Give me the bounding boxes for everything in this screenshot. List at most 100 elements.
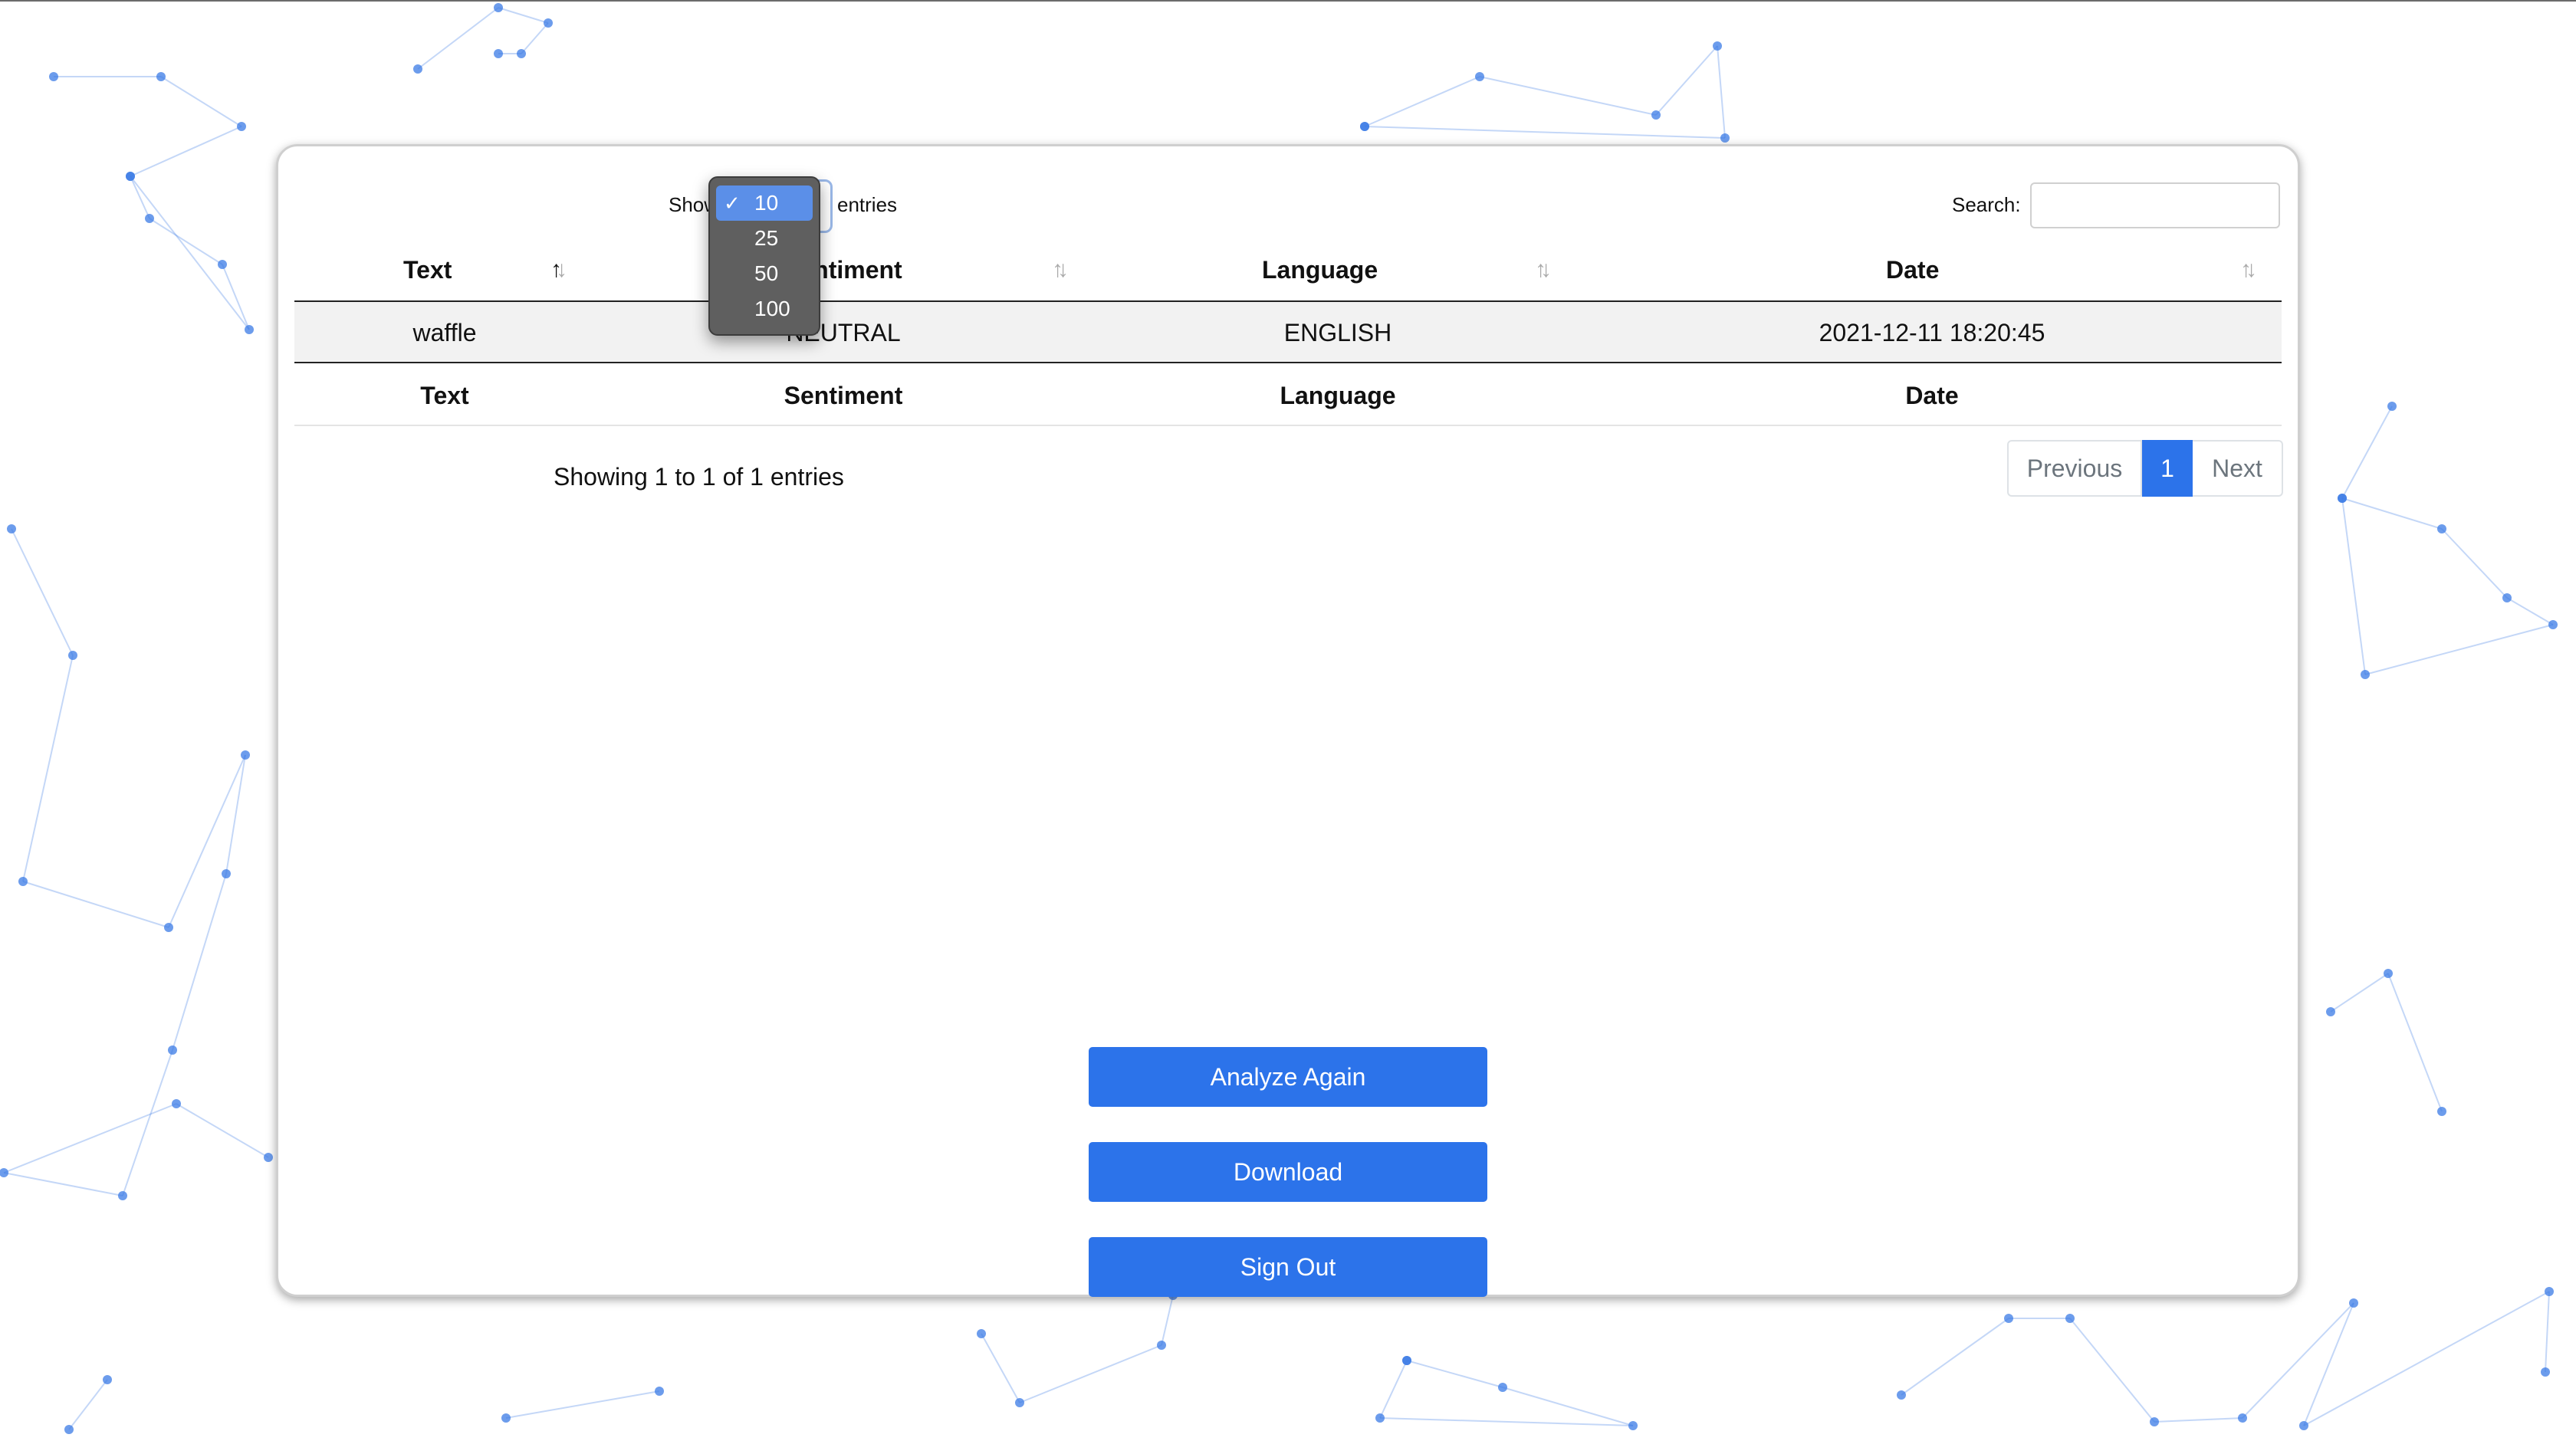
next-button[interactable]: Next bbox=[2193, 440, 2283, 497]
network-edge bbox=[2341, 497, 2443, 530]
network-edge bbox=[1479, 76, 1657, 116]
network-edge bbox=[11, 528, 74, 656]
cell-date: 2021-12-11 18:20:45 bbox=[1819, 319, 2045, 346]
network-node bbox=[103, 1375, 112, 1384]
network-node bbox=[2541, 1367, 2550, 1377]
footer-date: Date bbox=[1905, 382, 1959, 409]
network-edge bbox=[1379, 1360, 1408, 1419]
network-edge bbox=[1364, 76, 1480, 127]
network-node bbox=[413, 64, 422, 74]
network-node bbox=[126, 172, 135, 181]
network-node bbox=[977, 1329, 986, 1338]
checkmark-icon: ✓ bbox=[724, 192, 741, 215]
network-edge bbox=[68, 1379, 108, 1430]
network-edge bbox=[22, 881, 169, 928]
network-edge bbox=[2387, 973, 2443, 1112]
network-edge bbox=[1364, 126, 1726, 139]
length-option-100[interactable]: 100 bbox=[716, 291, 813, 327]
cell-text: waffle bbox=[412, 319, 477, 346]
network-edge bbox=[1161, 1295, 1174, 1346]
network-edge bbox=[2242, 1302, 2354, 1419]
network-edge bbox=[1019, 1344, 1162, 1403]
footer-language: Language bbox=[1280, 382, 1396, 409]
sort-arrows-icon[interactable]: ↑↓ bbox=[1052, 256, 1069, 284]
network-edge bbox=[130, 176, 250, 330]
length-option-10[interactable]: ✓ 10 bbox=[716, 185, 813, 221]
network-edge bbox=[2330, 973, 2389, 1013]
page-1-button[interactable]: 1 bbox=[2142, 440, 2193, 497]
option-label: 50 bbox=[754, 261, 779, 285]
sort-arrows-icon[interactable]: ↑↓ bbox=[2240, 256, 2257, 284]
network-node bbox=[1897, 1390, 1906, 1400]
network-node bbox=[0, 1168, 8, 1177]
network-node bbox=[501, 1413, 511, 1423]
network-edge bbox=[2303, 1291, 2550, 1426]
network-node bbox=[1720, 133, 1730, 143]
network-edge bbox=[222, 264, 250, 330]
network-edge bbox=[168, 754, 246, 928]
header-text[interactable]: Text bbox=[403, 253, 452, 287]
network-node bbox=[2437, 524, 2446, 533]
network-node bbox=[1015, 1398, 1024, 1407]
network-node bbox=[2349, 1298, 2358, 1308]
network-edge bbox=[981, 1333, 1020, 1403]
network-edge bbox=[2441, 528, 2508, 599]
network-node bbox=[145, 214, 154, 223]
network-node bbox=[218, 260, 227, 269]
network-node bbox=[264, 1153, 273, 1162]
network-node bbox=[2004, 1314, 2013, 1323]
network-edge bbox=[2154, 1417, 2243, 1423]
network-node bbox=[2548, 620, 2558, 629]
network-node bbox=[237, 122, 246, 131]
network-node bbox=[2437, 1107, 2446, 1116]
network-edge bbox=[225, 754, 246, 875]
network-edge bbox=[2364, 624, 2554, 675]
network-node bbox=[64, 1425, 74, 1434]
network-node bbox=[222, 869, 231, 878]
network-node bbox=[1498, 1383, 1507, 1392]
table-bottom-border bbox=[294, 425, 2282, 426]
network-edge bbox=[1655, 45, 1718, 116]
network-node bbox=[2361, 670, 2370, 679]
length-option-25[interactable]: 25 bbox=[716, 221, 813, 256]
network-edge bbox=[2303, 1302, 2354, 1426]
sort-arrows-icon[interactable]: ↑↓ bbox=[1535, 256, 1552, 284]
sort-arrows-icon[interactable]: ↑↓ bbox=[550, 256, 567, 284]
network-node bbox=[164, 923, 173, 932]
network-node bbox=[2150, 1417, 2159, 1426]
network-node bbox=[2387, 402, 2397, 411]
network-edge bbox=[3, 1172, 123, 1196]
network-node bbox=[172, 1099, 181, 1108]
pagination: Previous 1 Next bbox=[2007, 440, 2283, 497]
option-label: 25 bbox=[754, 226, 779, 250]
analyze-again-button[interactable]: Analyze Again bbox=[1089, 1047, 1487, 1107]
network-node bbox=[2065, 1314, 2075, 1323]
network-edge bbox=[2506, 597, 2554, 625]
network-node bbox=[2502, 593, 2512, 602]
cell-language: ENGLISH bbox=[1283, 319, 1392, 346]
page-length-menu: ✓ 10 25 50 100 bbox=[708, 176, 820, 336]
download-button[interactable]: Download bbox=[1089, 1142, 1487, 1202]
network-edge bbox=[1717, 45, 1726, 139]
sign-out-button[interactable]: Sign Out bbox=[1089, 1237, 1487, 1297]
network-edge bbox=[417, 7, 499, 70]
window-top-border bbox=[0, 0, 2576, 2]
network-node bbox=[49, 72, 58, 81]
network-edge bbox=[498, 7, 549, 24]
network-node bbox=[1713, 41, 1722, 51]
network-node bbox=[1360, 122, 1369, 131]
network-edge bbox=[505, 1390, 660, 1419]
network-node bbox=[655, 1387, 664, 1396]
option-label: 10 bbox=[754, 191, 779, 215]
header-date[interactable]: Date bbox=[1886, 253, 1939, 287]
previous-button[interactable]: Previous bbox=[2007, 440, 2142, 497]
length-suffix-label: entries bbox=[837, 193, 898, 216]
length-option-50[interactable]: 50 bbox=[716, 256, 813, 291]
network-node bbox=[1402, 1356, 1411, 1365]
header-language[interactable]: Language bbox=[1262, 253, 1378, 287]
search-input[interactable] bbox=[2030, 182, 2280, 228]
network-node bbox=[18, 877, 28, 886]
footer-sentiment: Sentiment bbox=[784, 382, 903, 409]
network-node bbox=[2238, 1413, 2247, 1423]
network-node bbox=[118, 1191, 127, 1200]
